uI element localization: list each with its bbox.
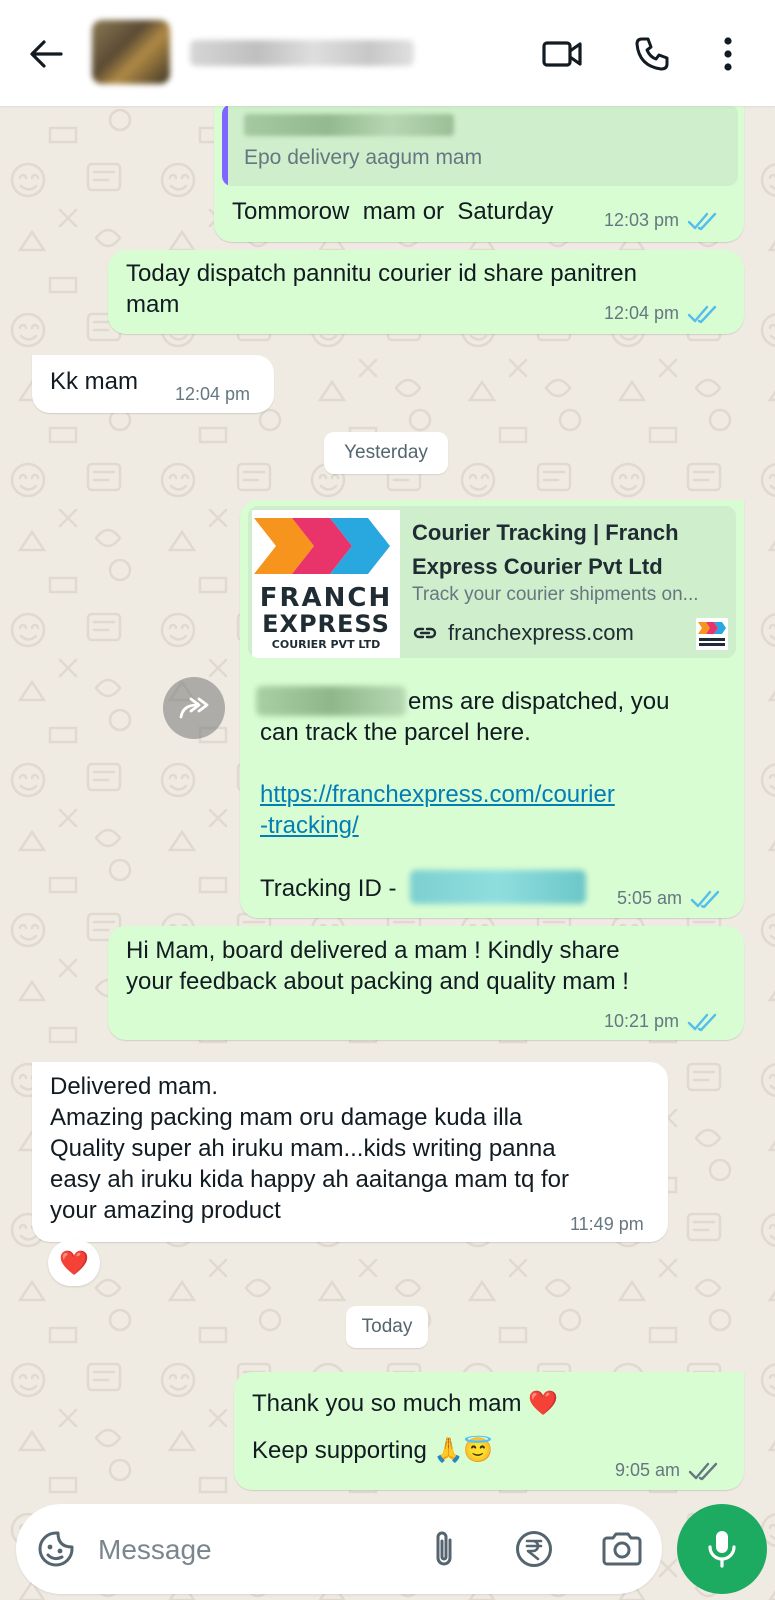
phone-icon [635, 37, 669, 71]
message-time: 9:05 am [615, 1460, 681, 1480]
message-text: Hi Mam, board delivered a mam ! Kindly s… [126, 937, 629, 995]
link-preview-domain: franchexpress.com [448, 620, 634, 645]
logo-text-franch: FRANCH [259, 583, 393, 613]
emoji-button[interactable] [32, 1525, 80, 1573]
quoted-text: Epo delivery aagum mam [244, 146, 483, 169]
read-double-tick-icon [687, 1013, 717, 1031]
chat-area[interactable]: Epo delivery aagum mam Tommorow mam or S… [0, 0, 775, 1600]
message-time: 11:49 pm [570, 1214, 644, 1234]
message-composer [16, 1504, 662, 1594]
message-meta: 5:05 am [617, 888, 722, 909]
video-camera-icon [542, 41, 582, 67]
chat-header [0, 0, 775, 106]
read-double-tick-icon [690, 890, 720, 908]
link-preview-domain-row: franchexpress.com [412, 620, 634, 646]
rupee-icon [516, 1531, 552, 1567]
date-divider: Yesterday [324, 432, 448, 474]
forward-icon [179, 697, 209, 719]
message-text: Kk mam [50, 368, 139, 395]
message-meta: 9:05 am [615, 1460, 720, 1481]
voice-message-button[interactable] [677, 1504, 767, 1594]
camera-icon [602, 1532, 642, 1566]
more-vertical-icon [724, 37, 732, 71]
message-text: ems are dispatched, you [408, 688, 670, 715]
video-call-button[interactable] [538, 30, 586, 78]
tracking-link[interactable]: https://franchexpress.com/courier -track… [260, 779, 615, 841]
franch-express-logo: FRANCH EXPRESS COURIER PVT LTD [252, 510, 400, 658]
quoted-sender-redacted [244, 114, 454, 136]
message-text: Today dispatch pannitu courier id share … [126, 260, 637, 318]
logo-text-express: EXPRESS [262, 610, 390, 638]
redacted-text [256, 686, 406, 716]
message-text: Delivered mam. Amazing packing mam oru d… [50, 1073, 569, 1224]
message-reaction[interactable]: ❤️ [48, 1240, 100, 1286]
camera-button[interactable] [598, 1525, 646, 1573]
message-text: Keep supporting 🙏😇 [252, 1437, 494, 1464]
paperclip-icon [436, 1531, 452, 1566]
message-meta: 12:04 pm [175, 384, 250, 405]
delivered-double-tick-icon [688, 1462, 718, 1480]
message-text: can track the parcel here. [260, 719, 531, 746]
tracking-id-label: Tracking ID - [260, 875, 404, 902]
message-meta: 11:49 pm [570, 1214, 644, 1235]
microphone-icon [708, 1531, 736, 1568]
message-text: Tommorow mam or Saturday [232, 198, 554, 225]
link-preview-description: Track your courier shipments on... [412, 584, 699, 605]
link-preview-title: Courier Tracking | Franch Express Courie… [412, 520, 679, 579]
heart-reaction-icon: ❤️ [59, 1249, 89, 1277]
back-button[interactable] [22, 30, 70, 78]
forward-button[interactable] [163, 677, 225, 739]
quoted-message[interactable]: Epo delivery aagum mam [222, 104, 738, 186]
logo-text-courier: COURIER PVT LTD [271, 638, 381, 651]
message-time: 12:04 pm [175, 384, 251, 404]
message-text: Thank you so much mam ❤️ [252, 1390, 558, 1417]
message-input[interactable] [96, 1526, 400, 1574]
payment-button[interactable] [510, 1525, 558, 1573]
site-favicon-icon [696, 618, 728, 650]
link-icon [413, 627, 437, 639]
message-time: 5:05 am [617, 888, 683, 908]
message-time: 12:03 pm [604, 210, 680, 230]
message-meta: 10:21 pm [604, 1011, 719, 1032]
link-preview-card[interactable]: FRANCH EXPRESS COURIER PVT LTD Courier T… [248, 506, 736, 658]
avatar[interactable] [92, 20, 170, 84]
voice-call-button[interactable] [628, 30, 676, 78]
quote-accent-bar [222, 104, 228, 186]
read-double-tick-icon [687, 212, 717, 230]
attach-button[interactable] [420, 1525, 468, 1573]
sticker-emoji-icon [38, 1531, 74, 1567]
date-divider: Today [346, 1306, 428, 1348]
contact-name-redacted[interactable] [190, 40, 414, 66]
message-time: 12:04 pm [604, 303, 680, 323]
message-time: 10:21 pm [604, 1011, 680, 1031]
message-meta: 12:04 pm [604, 303, 719, 324]
message-meta: 12:03 pm [604, 210, 719, 231]
arrow-left-icon [30, 40, 63, 68]
chevrons-logo-icon [254, 518, 390, 574]
redacted-tracking-id [410, 870, 586, 904]
more-options-button[interactable] [708, 30, 748, 78]
read-double-tick-icon [687, 305, 717, 323]
